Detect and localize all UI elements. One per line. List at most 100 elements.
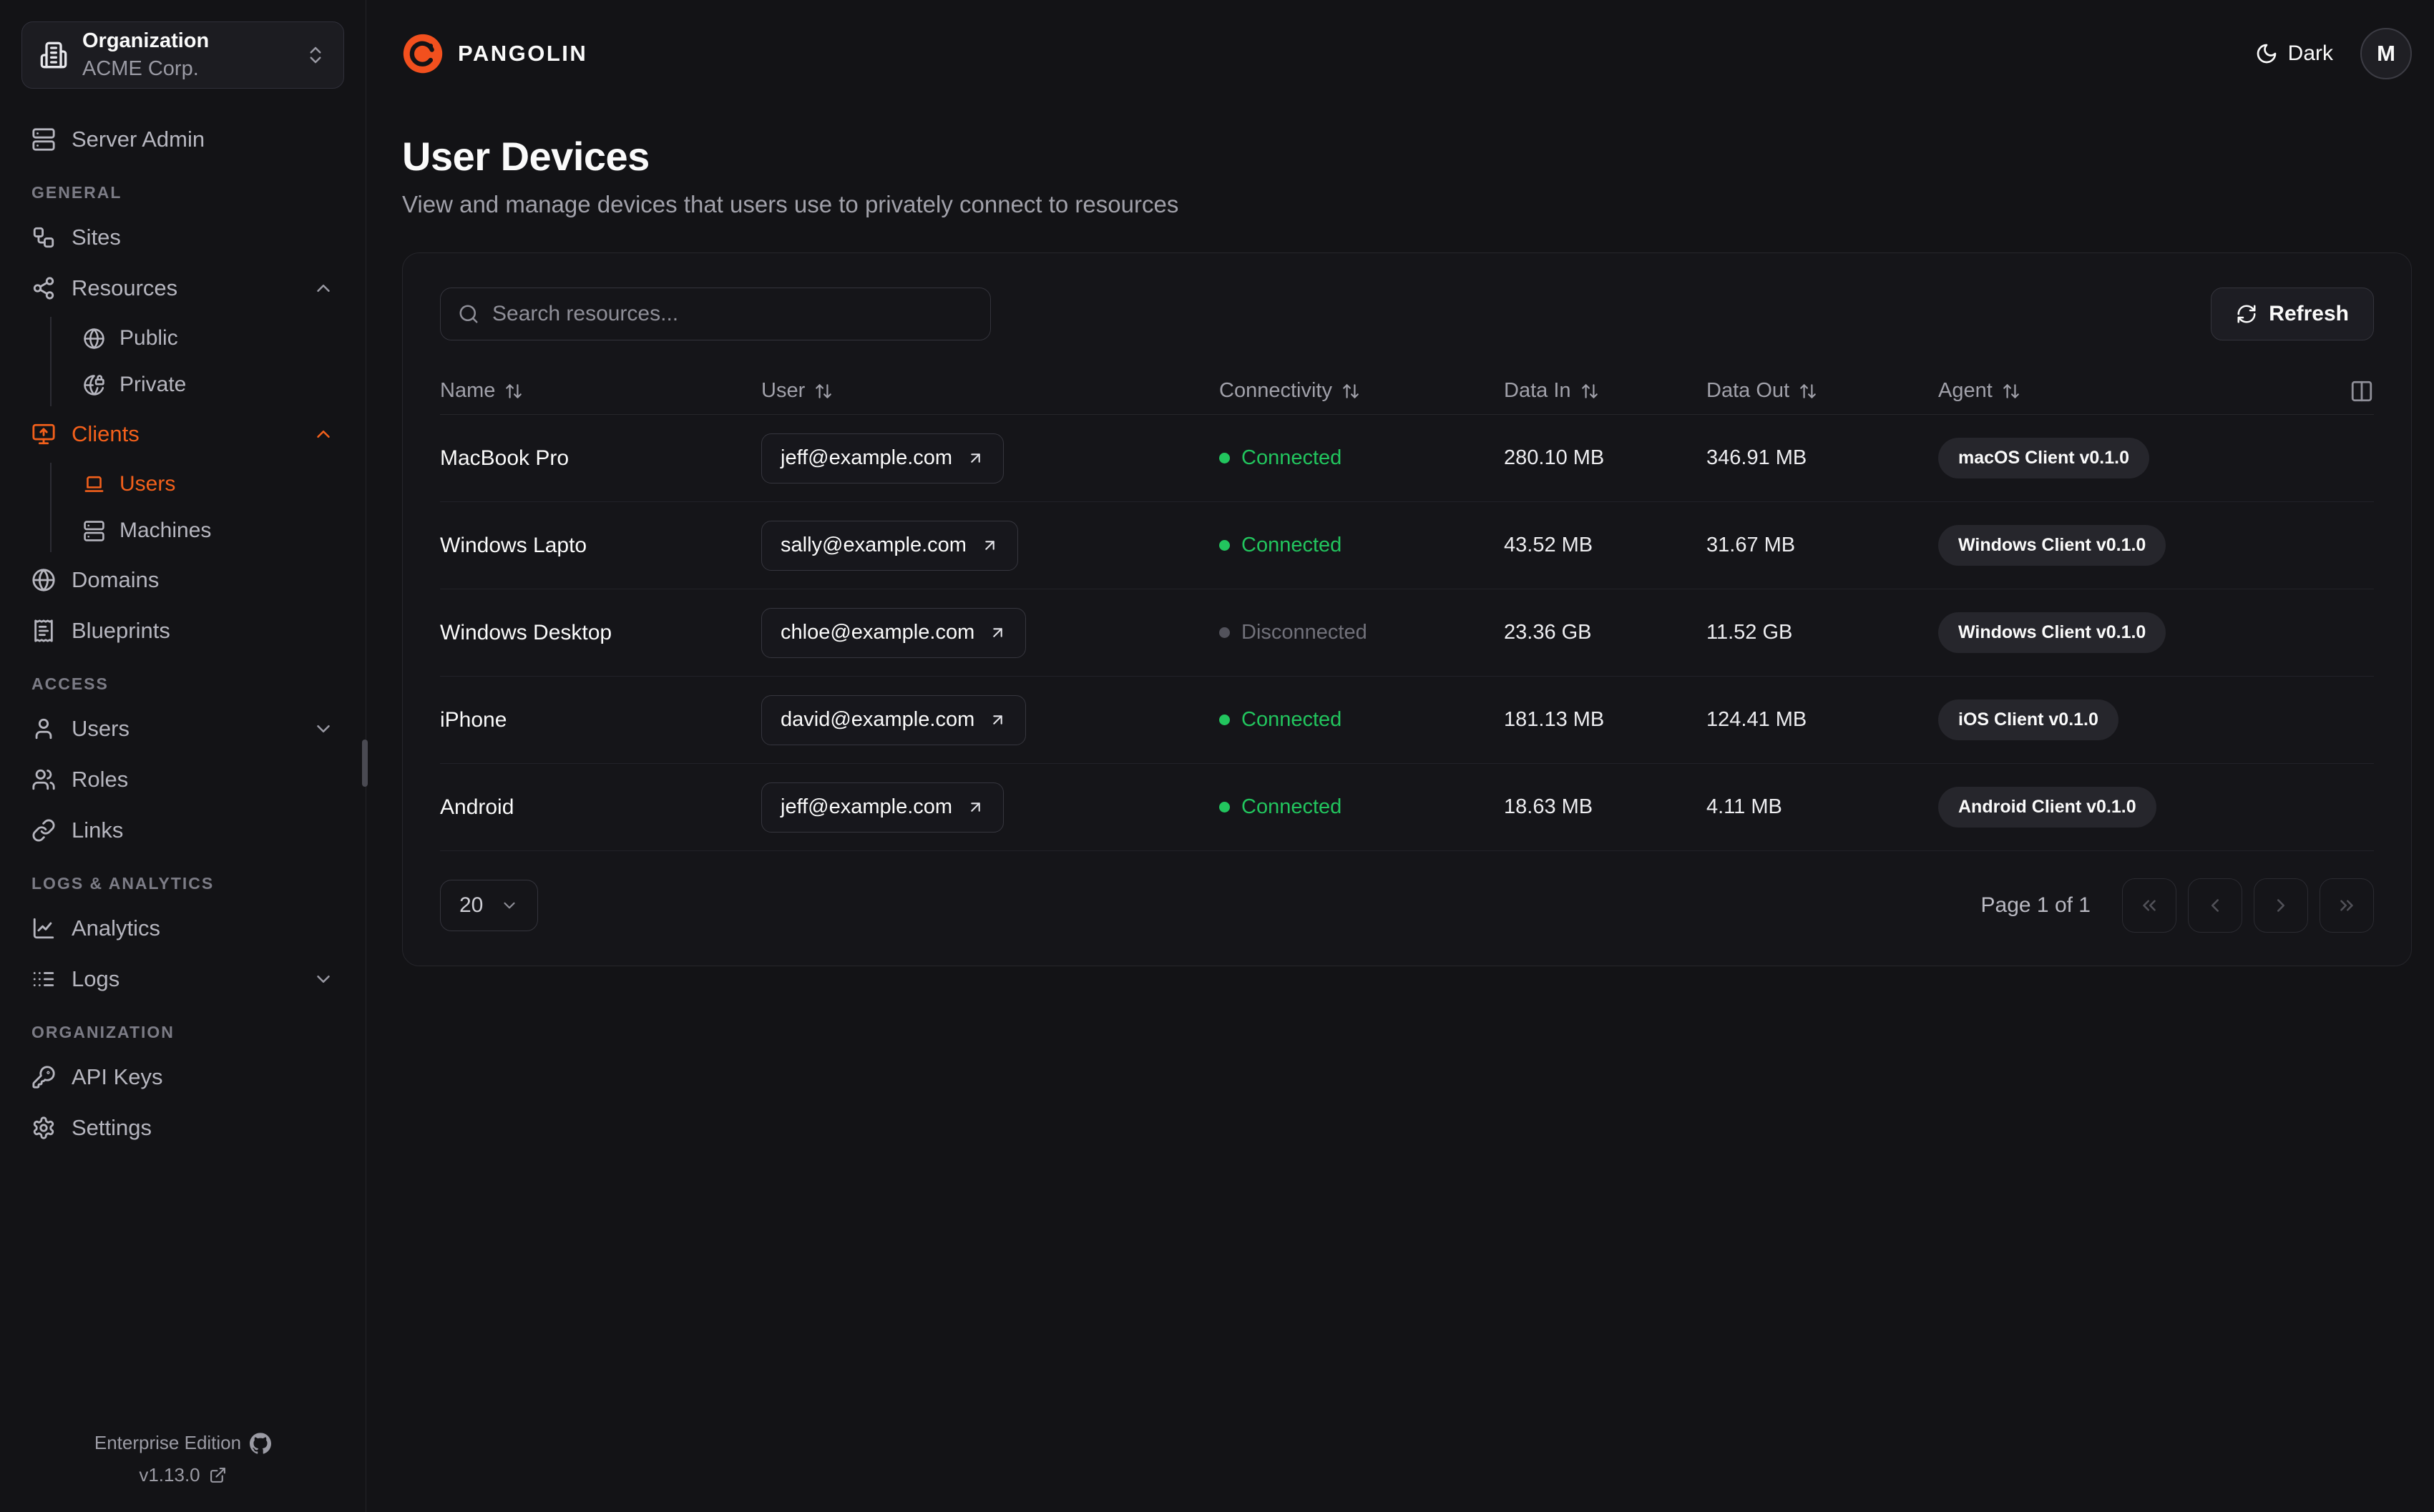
avatar[interactable]: M xyxy=(2360,28,2412,79)
status-label: Connected xyxy=(1241,708,1342,731)
topbar-actions: Dark M xyxy=(2255,28,2412,79)
column-label: Name xyxy=(440,379,496,402)
page-indicator: Page 1 of 1 xyxy=(1980,893,2091,917)
sidebar-item-blueprints[interactable]: Blueprints xyxy=(21,609,344,653)
sort-icon xyxy=(2003,383,2019,398)
sidebar-item-label: Private xyxy=(119,373,187,396)
sidebar-item-label: Machines xyxy=(119,519,212,542)
brand-name: PANGOLIN xyxy=(458,41,588,66)
section-title-logs-analytics: LOGS & ANALYTICS xyxy=(31,874,215,893)
building-icon xyxy=(40,41,67,69)
resources-subgroup: Public Private xyxy=(50,317,344,406)
column-label: Data In xyxy=(1504,379,1571,402)
columns-icon xyxy=(2351,381,2372,401)
chevron-right-icon xyxy=(2277,899,2284,912)
sidebar-item-users-devices[interactable]: Users xyxy=(73,463,344,506)
link-icon xyxy=(32,819,55,842)
status-dot xyxy=(1219,453,1230,463)
agent-badge: Windows Client v0.1.0 xyxy=(1938,525,2166,566)
sidebar-item-roles[interactable]: Roles xyxy=(21,757,344,802)
agent-badge: Windows Client v0.1.0 xyxy=(1938,612,2166,653)
next-page-button[interactable] xyxy=(2254,878,2308,933)
status-dot xyxy=(1219,802,1230,813)
sidebar-item-label: Clients xyxy=(72,421,140,446)
gear-icon xyxy=(33,1116,54,1139)
user-link-button[interactable]: sally@example.com xyxy=(761,520,1018,571)
sidebar-item-links[interactable]: Links xyxy=(21,808,344,853)
avatar-initial: M xyxy=(2377,41,2395,66)
sidebar-item-users[interactable]: Users xyxy=(21,707,344,751)
edition-link[interactable]: Enterprise Edition xyxy=(94,1432,272,1454)
sidebar-item-sites[interactable]: Sites xyxy=(21,215,344,260)
device-name: iPhone xyxy=(440,707,507,732)
sidebar-item-settings[interactable]: Settings xyxy=(21,1106,344,1150)
arrow-up-right-icon xyxy=(971,802,980,812)
column-header-name[interactable]: Name xyxy=(440,379,761,403)
refresh-button[interactable]: Refresh xyxy=(2211,288,2374,340)
server-icon xyxy=(32,128,55,151)
users-icon xyxy=(32,769,55,790)
connectivity-status: Connected xyxy=(1219,708,1504,732)
connectivity-status: Connected xyxy=(1219,534,1504,557)
connectivity-status: Disconnected xyxy=(1219,621,1504,644)
sidebar-item-resources[interactable]: Resources xyxy=(21,266,344,310)
search-input[interactable] xyxy=(492,302,973,326)
laptop-icon xyxy=(84,476,104,492)
pangolin-logo-icon xyxy=(403,34,443,74)
globe-icon xyxy=(32,569,55,591)
device-name: Android xyxy=(440,795,514,819)
globe-icon xyxy=(84,328,104,349)
previous-page-button[interactable] xyxy=(2188,878,2242,933)
column-visibility-button[interactable] xyxy=(2350,379,2374,403)
sidebar-item-machines[interactable]: Machines xyxy=(73,509,344,552)
data-in-value: 181.13 MB xyxy=(1504,708,1605,731)
connectivity-status: Connected xyxy=(1219,446,1504,470)
moon-icon xyxy=(2257,44,2276,64)
first-page-button[interactable] xyxy=(2122,878,2176,933)
user-email: jeff@example.com xyxy=(781,795,953,818)
sidebar-item-logs[interactable]: Logs xyxy=(21,957,344,1001)
sidebar-item-public[interactable]: Public xyxy=(73,317,344,360)
chevrons-right-icon xyxy=(2340,900,2353,911)
column-header-data-in[interactable]: Data In xyxy=(1504,379,1706,403)
sort-icon xyxy=(506,383,522,398)
chevron-up-icon xyxy=(317,431,330,438)
data-in-value: 23.36 GB xyxy=(1504,621,1592,644)
user-link-button[interactable]: david@example.com xyxy=(761,694,1027,745)
table-row: Android jeff@example.com Connected 18.63… xyxy=(440,764,2374,851)
share-network-icon xyxy=(33,277,54,300)
pangolin-logo[interactable]: PANGOLIN xyxy=(402,33,587,74)
theme-label: Dark xyxy=(2287,41,2333,65)
arrow-up-right-icon xyxy=(985,541,994,550)
column-header-data-out[interactable]: Data Out xyxy=(1706,379,1938,403)
logs-list-icon xyxy=(33,972,54,986)
sidebar-item-server-admin[interactable]: Server Admin xyxy=(21,117,344,162)
table-row: Windows Desktop chloe@example.com Discon… xyxy=(440,589,2374,677)
column-header-user[interactable]: User xyxy=(761,379,1219,403)
page-size-value: 20 xyxy=(459,893,484,917)
sidebar-item-clients[interactable]: Clients xyxy=(21,412,344,456)
device-name: Windows Desktop xyxy=(440,620,612,644)
version-link[interactable]: v1.13.0 xyxy=(139,1464,226,1486)
monitor-up-icon xyxy=(32,423,55,445)
sidebar-item-api-keys[interactable]: API Keys xyxy=(21,1055,344,1099)
page-size-select[interactable]: 20 xyxy=(440,880,539,931)
sidebar-scrollbar-thumb[interactable] xyxy=(362,740,368,787)
sidebar-item-private[interactable]: Private xyxy=(73,363,344,406)
last-page-button[interactable] xyxy=(2320,878,2374,933)
org-selector[interactable]: Organization ACME Corp. xyxy=(21,21,344,89)
chevron-up-icon xyxy=(317,285,330,292)
connectivity-status: Connected xyxy=(1219,795,1504,819)
sidebar-item-label: Server Admin xyxy=(72,127,205,152)
theme-toggle[interactable]: Dark xyxy=(2255,41,2333,66)
data-out-value: 346.91 MB xyxy=(1706,446,1807,469)
user-link-button[interactable]: jeff@example.com xyxy=(761,433,1005,483)
column-header-agent[interactable]: Agent xyxy=(1938,379,2330,403)
version-label: v1.13.0 xyxy=(139,1464,200,1486)
user-link-button[interactable]: jeff@example.com xyxy=(761,782,1005,833)
column-header-connectivity[interactable]: Connectivity xyxy=(1219,379,1504,403)
user-email: sally@example.com xyxy=(781,534,967,556)
sidebar-item-analytics[interactable]: Analytics xyxy=(21,906,344,951)
sidebar-item-domains[interactable]: Domains xyxy=(21,558,344,602)
user-link-button[interactable]: chloe@example.com xyxy=(761,607,1027,658)
